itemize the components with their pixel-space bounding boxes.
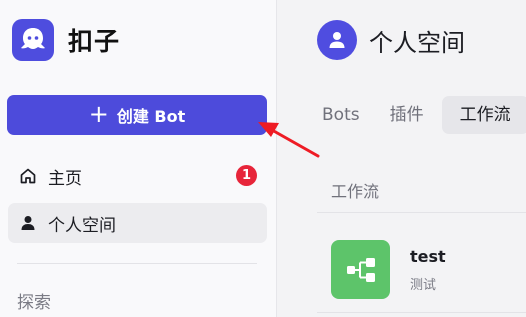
sidebar-item-label: 个人空间 xyxy=(48,215,116,236)
space-header: 个人空间 xyxy=(317,20,465,60)
list-divider xyxy=(317,312,526,313)
tab-plugins[interactable]: 插件 xyxy=(390,96,424,134)
workflow-icon xyxy=(331,240,390,299)
avatar xyxy=(317,20,357,60)
user-icon xyxy=(18,213,38,233)
page-title: 个人空间 xyxy=(369,28,465,57)
sidebar-divider xyxy=(17,263,257,264)
sidebar-item-home[interactable]: 主页 1 xyxy=(8,156,267,196)
user-icon xyxy=(329,32,345,48)
tab-bar: Bots 插件 工作流 xyxy=(322,96,526,134)
app-root: 扣子 + 创建 Bot 主页 1 个人空间 探索 个人空间 Bots 插件 工作… xyxy=(0,0,526,317)
column-header-workflow: 工作流 xyxy=(331,182,380,201)
plus-icon: + xyxy=(88,99,109,128)
coze-logo-icon xyxy=(12,19,54,61)
notification-badge: 1 xyxy=(236,165,257,186)
app-name: 扣子 xyxy=(68,27,121,56)
create-bot-button[interactable]: + 创建 Bot xyxy=(7,95,267,135)
list-item[interactable]: test 测试 xyxy=(331,240,446,299)
workflow-description: 测试 xyxy=(410,278,437,293)
list-divider xyxy=(317,212,526,213)
section-label-explore: 探索 xyxy=(17,293,51,313)
sidebar-item-label: 主页 xyxy=(48,168,82,189)
create-bot-label: 创建 Bot xyxy=(116,107,186,126)
sidebar: 扣子 + 创建 Bot 主页 1 个人空间 探索 xyxy=(0,0,277,317)
tab-bots[interactable]: Bots xyxy=(322,96,360,134)
home-icon xyxy=(18,166,38,186)
tab-workflow[interactable]: 工作流 xyxy=(441,96,526,134)
sidebar-item-personal-space[interactable]: 个人空间 xyxy=(8,203,267,243)
logo-area[interactable]: 扣子 xyxy=(12,19,120,61)
workflow-name: test xyxy=(410,247,446,266)
main-content: 个人空间 Bots 插件 工作流 工作流 test 测试 xyxy=(278,0,526,317)
